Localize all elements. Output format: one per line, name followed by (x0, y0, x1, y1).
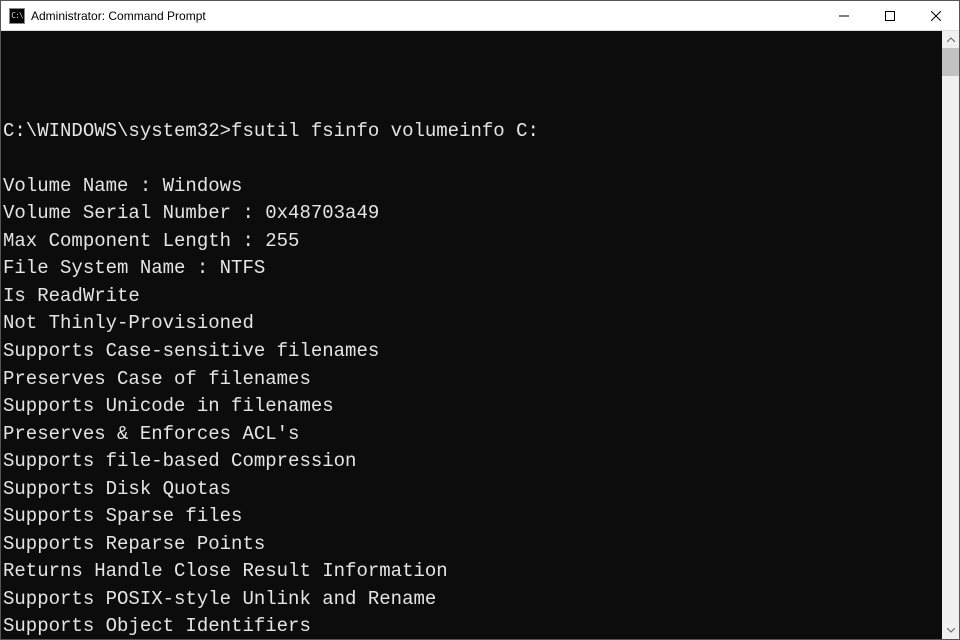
scroll-up-arrow-icon[interactable] (942, 31, 959, 48)
output-line: Supports POSIX-style Unlink and Rename (3, 586, 942, 614)
output-line: Supports Case-sensitive filenames (3, 338, 942, 366)
output-line: Volume Name : Windows (3, 173, 942, 201)
terminal-container: C:\WINDOWS\system32>fsutil fsinfo volume… (1, 31, 959, 639)
window-titlebar[interactable]: C:\ Administrator: Command Prompt (1, 1, 959, 31)
output-line: Volume Serial Number : 0x48703a49 (3, 200, 942, 228)
command-line: C:\WINDOWS\system32>fsutil fsinfo volume… (3, 118, 942, 146)
output-line: Supports Object Identifiers (3, 613, 942, 639)
output-line: Supports Sparse files (3, 503, 942, 531)
command-text: fsutil fsinfo volumeinfo C: (231, 120, 539, 142)
cmd-icon: C:\ (9, 8, 25, 24)
output-line: File System Name : NTFS (3, 255, 942, 283)
output-line: Is ReadWrite (3, 283, 942, 311)
output-line: Preserves & Enforces ACL's (3, 421, 942, 449)
terminal-output[interactable]: C:\WINDOWS\system32>fsutil fsinfo volume… (1, 31, 942, 639)
output-line: Returns Handle Close Result Information (3, 558, 942, 586)
vertical-scrollbar[interactable] (942, 31, 959, 639)
scroll-down-arrow-icon[interactable] (942, 622, 959, 639)
minimize-button[interactable] (821, 1, 867, 30)
prompt-text: C:\WINDOWS\system32> (3, 120, 231, 142)
output-line: Supports Disk Quotas (3, 476, 942, 504)
window-controls (821, 1, 959, 30)
scroll-thumb[interactable] (942, 48, 959, 76)
blank-line (3, 63, 942, 91)
output-line: Not Thinly-Provisioned (3, 310, 942, 338)
output-line: Max Component Length : 255 (3, 228, 942, 256)
output-line: Supports Reparse Points (3, 531, 942, 559)
maximize-button[interactable] (867, 1, 913, 30)
output-line: Supports file-based Compression (3, 448, 942, 476)
window-title: Administrator: Command Prompt (31, 9, 821, 23)
output-line: Preserves Case of filenames (3, 366, 942, 394)
output-line: Supports Unicode in filenames (3, 393, 942, 421)
close-button[interactable] (913, 1, 959, 30)
